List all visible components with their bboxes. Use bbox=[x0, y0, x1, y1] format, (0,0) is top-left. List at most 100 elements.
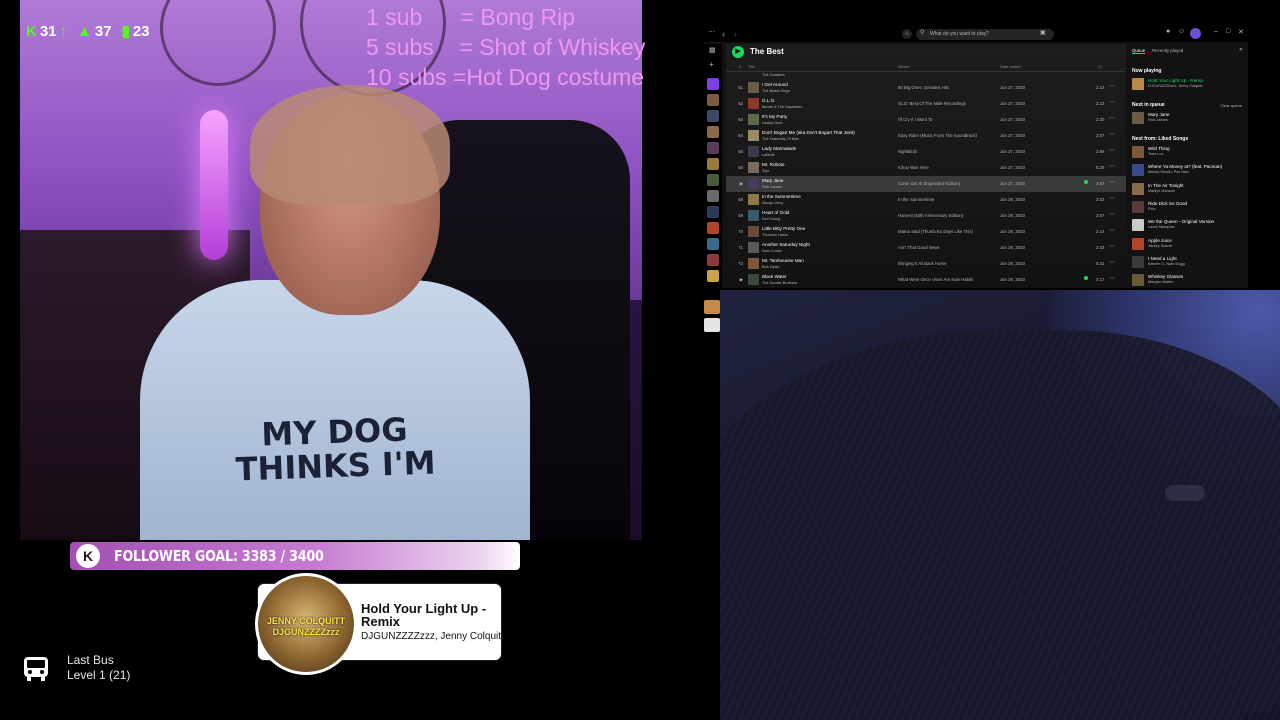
track-duration: 2:20 bbox=[1096, 117, 1105, 122]
track-duration: 4:57 bbox=[1096, 181, 1105, 186]
queue-item[interactable]: Wild Thing Tone Loc bbox=[1132, 145, 1244, 159]
col-title[interactable]: Title bbox=[748, 64, 755, 69]
track-row[interactable]: 65 Lady Marmalade LaBelle Nightbirds Jun 27,… bbox=[726, 144, 1126, 160]
queue-item[interactable]: Whiskey Glasses Morgan Wallen bbox=[1132, 273, 1244, 287]
track-date-added: Jun 27, 2020 bbox=[1000, 101, 1025, 106]
queue-item[interactable]: I Need a Light Warren G, Nate Dogg bbox=[1132, 255, 1244, 269]
play-button[interactable]: ▶ bbox=[732, 46, 744, 58]
library-item[interactable] bbox=[707, 238, 719, 250]
home-icon[interactable]: ⌂ bbox=[902, 29, 912, 39]
track-album-art bbox=[748, 258, 759, 269]
track-album-art bbox=[748, 114, 759, 125]
library-item[interactable] bbox=[707, 174, 719, 186]
track-date-added: Jun 28, 2020 bbox=[1000, 245, 1025, 250]
track-title: Mr. Roboto bbox=[762, 162, 785, 167]
more-options-icon[interactable]: ⋯ bbox=[1109, 147, 1115, 154]
track-row[interactable]: The Coasters bbox=[726, 72, 1126, 80]
col-num[interactable]: # bbox=[739, 64, 741, 69]
queue-item[interactable]: Apple Juice Jackky Sunnie bbox=[1132, 237, 1244, 251]
more-options-icon[interactable]: ⋯ bbox=[1109, 227, 1115, 234]
track-row[interactable]: 69 Heart of Gold Neil Young Harvest (50th A… bbox=[726, 208, 1126, 224]
col-duration[interactable]: ◷ bbox=[1098, 64, 1102, 69]
queue-item[interactable]: Ride Dick So Good Rico bbox=[1132, 200, 1244, 214]
thumbnail[interactable] bbox=[704, 318, 720, 332]
track-row[interactable]: 71 Another Saturday Night Sam Cooke Ain't T… bbox=[726, 240, 1126, 256]
search-input[interactable]: What do you want to play? bbox=[916, 29, 1054, 40]
thumbnail[interactable] bbox=[704, 300, 720, 314]
kick-logo-icon: K bbox=[76, 544, 100, 568]
col-date-added[interactable]: Date added bbox=[1000, 64, 1021, 69]
follower-goal-bar: K FOLLOWER GOAL: 3383 / 3400 bbox=[70, 542, 520, 570]
track-row[interactable]: ▶ Black Water The Doobie Brothers What Were… bbox=[726, 272, 1126, 288]
track-row[interactable]: 70 Little Bitty Pretty One Thurston Harris… bbox=[726, 224, 1126, 240]
minimize-icon[interactable]: – bbox=[1214, 28, 1218, 35]
col-album[interactable]: Album bbox=[898, 64, 909, 69]
more-options-icon[interactable]: ⋯ bbox=[1109, 115, 1115, 122]
library-item[interactable] bbox=[707, 110, 719, 122]
track-row[interactable]: 72 Mr. Tambourine Man Bob Dylan Bringing It… bbox=[726, 256, 1126, 272]
library-item[interactable] bbox=[707, 190, 719, 202]
queue-item[interactable]: We the Queen - Original Version Lavell Me… bbox=[1132, 218, 1244, 232]
more-options-icon[interactable]: ⋯ bbox=[1109, 243, 1115, 250]
menu-dots-icon[interactable]: ⋯ bbox=[708, 28, 715, 36]
queue-item[interactable]: In The Air Tonight Marilyn Manson bbox=[1132, 182, 1244, 196]
library-item[interactable] bbox=[707, 158, 719, 170]
track-date-added: Jun 27, 2020 bbox=[1000, 149, 1025, 154]
more-options-icon[interactable]: ⋯ bbox=[1109, 83, 1115, 90]
more-options-icon[interactable]: ⋯ bbox=[1109, 275, 1115, 282]
person-up-icon: ▲ bbox=[77, 22, 92, 40]
close-icon[interactable]: ✕ bbox=[1238, 28, 1244, 36]
track-row[interactable]: ▶ Mary Jane Rick James Come Get It! (Expand… bbox=[726, 176, 1126, 192]
more-options-icon[interactable]: ⋯ bbox=[1109, 131, 1115, 138]
back-icon[interactable]: ‹ bbox=[722, 29, 725, 39]
kick-viewers-count: 31 bbox=[39, 22, 57, 40]
liked-check-icon[interactable] bbox=[1084, 180, 1088, 184]
track-row[interactable]: 61 I Get Around The Beach Boys 50 Big Ones:… bbox=[726, 80, 1126, 96]
next-in-queue-label: Next in queue bbox=[1132, 102, 1165, 108]
more-options-icon[interactable]: ⋯ bbox=[1109, 163, 1115, 170]
more-options-icon[interactable]: ⋯ bbox=[1109, 179, 1115, 186]
library-icon[interactable]: ▦ bbox=[709, 46, 716, 54]
more-options-icon[interactable]: ⋯ bbox=[1109, 195, 1115, 202]
more-options-icon[interactable]: ⋯ bbox=[1109, 259, 1115, 266]
library-item[interactable] bbox=[707, 126, 719, 138]
friends-icon[interactable]: ☺ bbox=[1178, 28, 1185, 35]
album-art bbox=[1132, 164, 1144, 177]
library-item[interactable] bbox=[707, 142, 719, 154]
tab-recently-played[interactable]: Recently played bbox=[1152, 48, 1183, 53]
track-artist: LaBelle bbox=[762, 153, 775, 157]
track-row[interactable]: 64 Don't Bogart Me (aka Don't Bogart That… bbox=[726, 128, 1126, 144]
plus-icon[interactable]: + bbox=[709, 60, 714, 69]
track-row[interactable]: 62 G.L.O. Bernie & The Daymares GLO: Best O… bbox=[726, 96, 1126, 112]
more-options-icon[interactable]: ⋯ bbox=[1109, 99, 1115, 106]
track-duration: 2:14 bbox=[1096, 85, 1105, 90]
bell-icon[interactable]: ● bbox=[1166, 28, 1170, 35]
library-item[interactable] bbox=[707, 270, 719, 282]
liked-check-icon[interactable] bbox=[1084, 276, 1088, 280]
library-item[interactable] bbox=[707, 222, 719, 234]
maximize-icon[interactable]: □ bbox=[1226, 28, 1230, 35]
queue-now-playing[interactable]: Hold Your Light Up - Remix DJGUNZZZZzzz,… bbox=[1132, 77, 1244, 91]
track-title: I Get Around bbox=[762, 82, 788, 87]
browse-icon[interactable]: ▣ bbox=[1040, 29, 1046, 36]
clear-queue-button[interactable]: Clear queue bbox=[1220, 103, 1242, 108]
queue-item[interactable]: Where Ya Money at? (feat. Pacman) Money H… bbox=[1132, 163, 1244, 177]
forward-icon[interactable]: › bbox=[734, 29, 737, 39]
library-item[interactable] bbox=[707, 254, 719, 266]
track-row[interactable]: 63 It's My Party Lesley Gore I'll Cry If I … bbox=[726, 112, 1126, 128]
track-date-added: Jun 27, 2020 bbox=[1000, 117, 1025, 122]
queue-item[interactable]: Mary Jane Rick James bbox=[1132, 111, 1244, 125]
album-art-text: DJGUNZZZZzzz bbox=[272, 627, 340, 637]
library-item[interactable] bbox=[707, 94, 719, 106]
library-item[interactable] bbox=[707, 78, 719, 90]
album-art bbox=[1132, 78, 1144, 90]
track-date-added: Jun 28, 2020 bbox=[1000, 261, 1025, 266]
avatar[interactable] bbox=[1190, 28, 1201, 39]
library-item[interactable] bbox=[707, 206, 719, 218]
more-options-icon[interactable]: ⋯ bbox=[1109, 211, 1115, 218]
now-playing-label: Now playing bbox=[1132, 68, 1162, 74]
track-row[interactable]: 68 In the Summertime Mungo Jerry In the Sum… bbox=[726, 192, 1126, 208]
track-row[interactable]: 66 Mr. Roboto Styx Kilroy Was Here Jun 27, 2… bbox=[726, 160, 1126, 176]
close-icon[interactable]: ✕ bbox=[1239, 47, 1243, 53]
tab-queue[interactable]: Queue bbox=[1132, 48, 1146, 54]
